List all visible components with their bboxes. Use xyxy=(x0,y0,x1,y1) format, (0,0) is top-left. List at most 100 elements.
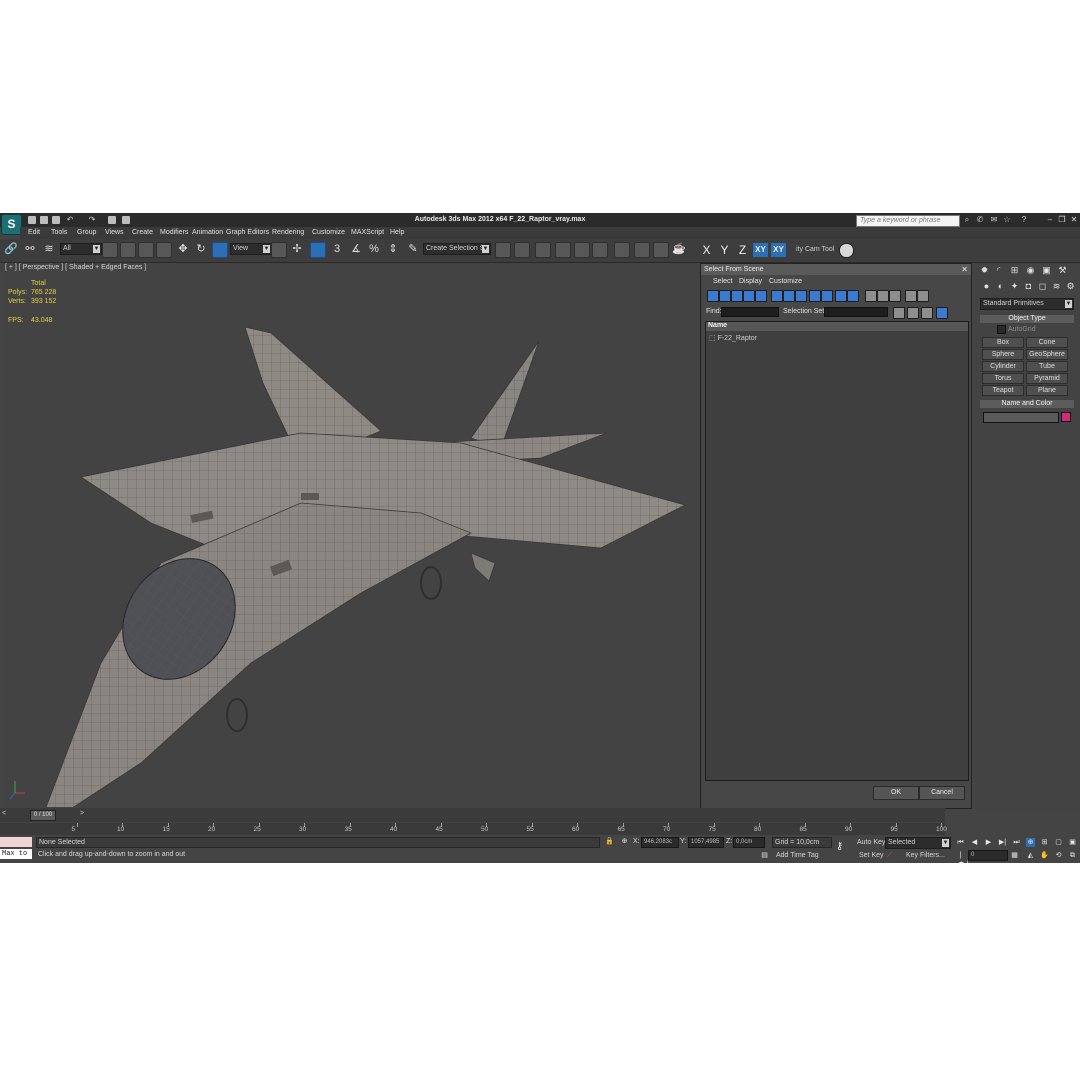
select-all-icon[interactable] xyxy=(893,307,905,319)
display-bones-icon[interactable] xyxy=(809,290,821,302)
link-icon[interactable]: 🔗 xyxy=(4,242,18,256)
play-icon[interactable]: ▶ xyxy=(984,838,993,847)
hierarchy-tab-icon[interactable]: ⊞ xyxy=(1009,265,1020,276)
track-bar[interactable]: 5 10 15 20 25 30 35 40 45 50 55 60 65 70 75 80 85 90 95 100 xyxy=(0,823,947,835)
slider-next-icon[interactable]: > xyxy=(80,810,84,817)
go-to-end-icon[interactable]: ⏭ xyxy=(1012,838,1021,847)
menu-create[interactable]: Create xyxy=(132,229,153,236)
display-space-warps-icon[interactable] xyxy=(771,290,783,302)
rotate-icon[interactable]: ↻ xyxy=(194,242,208,256)
communication-center-icon[interactable]: ✉ xyxy=(990,216,998,224)
sphere-button[interactable]: Sphere xyxy=(982,349,1024,360)
dialog-close-icon[interactable]: ✕ xyxy=(958,264,968,275)
previous-frame-icon[interactable]: ◀ xyxy=(970,838,979,847)
bind-space-warp-icon[interactable]: ≋ xyxy=(42,242,56,256)
select-none-icon[interactable] xyxy=(907,307,919,319)
render-setup-icon[interactable] xyxy=(634,242,650,258)
hold-icon[interactable] xyxy=(108,216,116,224)
y-coord-field[interactable]: 1057,4985 xyxy=(688,837,724,848)
undo-icon[interactable]: ↶ xyxy=(66,216,74,224)
display-frozen-icon[interactable] xyxy=(835,290,847,302)
display-cameras-icon[interactable] xyxy=(743,290,755,302)
percent-snap-icon[interactable]: % xyxy=(367,242,381,256)
zoom-extents-all-icon[interactable]: ▣ xyxy=(1068,838,1077,847)
set-key-button[interactable]: Set Key xyxy=(859,852,884,859)
open-file-icon[interactable] xyxy=(40,216,48,224)
zoom-icon[interactable]: ⊕ xyxy=(1026,838,1035,847)
set-key-pen-icon[interactable]: ⟋ xyxy=(887,852,892,860)
fetch-icon[interactable] xyxy=(122,216,130,224)
menu-help[interactable]: Help xyxy=(390,229,404,236)
time-configuration-icon[interactable]: ▦ xyxy=(1010,851,1019,860)
go-to-start-icon[interactable]: ⏮ xyxy=(956,838,965,847)
menu-views[interactable]: Views xyxy=(105,229,124,236)
named-selection-dropdown[interactable]: Create Selection Se ▼ xyxy=(423,243,491,255)
f22-raptor-model[interactable] xyxy=(1,263,700,807)
curve-editor-icon[interactable] xyxy=(574,242,590,258)
window-crossing-icon[interactable] xyxy=(156,242,172,258)
unlink-icon[interactable]: ⚯ xyxy=(23,242,37,256)
menu-maxscript[interactable]: MAXScript xyxy=(351,229,384,236)
display-helpers-icon[interactable] xyxy=(755,290,767,302)
display-hidden-icon[interactable] xyxy=(847,290,859,302)
geosphere-button[interactable]: GeoSphere xyxy=(1026,349,1068,360)
menu-rendering[interactable]: Rendering xyxy=(272,229,304,236)
maximize-button[interactable]: ❐ xyxy=(1057,215,1067,225)
x-coord-field[interactable]: 946,2083c xyxy=(641,837,679,848)
name-and-color-rollout[interactable]: Name and Color xyxy=(980,400,1074,408)
cancel-button[interactable]: Cancel xyxy=(919,786,965,800)
next-frame-icon[interactable]: ▶| xyxy=(998,838,1007,847)
menu-customize[interactable]: Customize xyxy=(312,229,345,236)
snaps-toggle-icon[interactable]: 3 xyxy=(330,242,344,256)
schematic-view-icon[interactable] xyxy=(592,242,608,258)
selection-set-dropdown[interactable] xyxy=(824,307,888,317)
render-production-icon[interactable]: ☕ xyxy=(672,242,686,256)
list-item[interactable]: ⬚ F-22_Raptor xyxy=(709,334,757,342)
selection-filter-dropdown[interactable]: All ▼ xyxy=(60,243,102,255)
create-tab-icon[interactable]: ✹ xyxy=(979,265,990,276)
cone-button[interactable]: Cone xyxy=(1026,337,1068,348)
absolute-mode-icon[interactable]: ⊕ xyxy=(620,837,629,846)
menu-graph-editors[interactable]: Graph Editors xyxy=(226,229,269,236)
filter-icon[interactable] xyxy=(905,290,917,302)
shapes-category-icon[interactable]: ◐ xyxy=(995,281,1006,292)
menu-group[interactable]: Group xyxy=(77,229,96,236)
torus-button[interactable]: Torus xyxy=(982,373,1024,384)
ok-button[interactable]: OK xyxy=(873,786,919,800)
display-groups-icon[interactable] xyxy=(783,290,795,302)
autogrid-checkbox[interactable] xyxy=(997,325,1006,334)
axis-xy-cycle-button[interactable]: XY xyxy=(771,243,786,257)
teapot-button[interactable]: Teapot xyxy=(982,385,1024,396)
z-coord-field[interactable]: 0,0cm xyxy=(733,837,765,848)
geometry-category-icon[interactable]: ● xyxy=(981,281,992,292)
scale-icon[interactable] xyxy=(212,242,228,258)
zoom-extents-icon[interactable]: ▢ xyxy=(1054,838,1063,847)
filter-toggle-icon[interactable] xyxy=(917,290,929,302)
zoom-all-icon[interactable]: ⊞ xyxy=(1040,838,1049,847)
ref-coord-dropdown[interactable]: View ▼ xyxy=(230,243,272,255)
key-mode-toggle-icon[interactable]: |◀▶| xyxy=(956,851,969,863)
auto-key-button[interactable]: Auto Key xyxy=(857,839,885,846)
perspective-viewport[interactable]: [ + ] [ Perspective ] [ Shaded + Edged F… xyxy=(1,263,700,863)
utilities-tab-icon[interactable]: ⚒ xyxy=(1057,265,1068,276)
rendered-frame-window-icon[interactable] xyxy=(653,242,669,258)
tube-button[interactable]: Tube xyxy=(1026,361,1068,372)
cam-tool-label[interactable]: ity Cam Tool xyxy=(796,246,834,253)
maxscript-listener-mini[interactable] xyxy=(0,837,32,847)
display-all-icon[interactable] xyxy=(865,290,877,302)
mirror-icon[interactable] xyxy=(495,242,511,258)
select-object-icon[interactable] xyxy=(102,242,118,258)
display-tab-icon[interactable]: ▣ xyxy=(1041,265,1052,276)
move-icon[interactable]: ✥ xyxy=(176,242,190,256)
cylinder-button[interactable]: Cylinder xyxy=(982,361,1024,372)
rectangular-selection-icon[interactable] xyxy=(138,242,154,258)
display-none-icon[interactable] xyxy=(877,290,889,302)
cameras-category-icon[interactable]: ◘ xyxy=(1023,281,1034,292)
display-xrefs-icon[interactable] xyxy=(795,290,807,302)
dialog-title-bar[interactable]: Select From Scene ✕ xyxy=(701,264,971,275)
display-containers-icon[interactable] xyxy=(821,290,833,302)
save-file-icon[interactable] xyxy=(52,216,60,224)
object-color-swatch[interactable] xyxy=(1061,412,1071,422)
graphite-ribbon-icon[interactable] xyxy=(555,242,571,258)
favorites-icon[interactable]: ☆ xyxy=(1003,216,1011,224)
